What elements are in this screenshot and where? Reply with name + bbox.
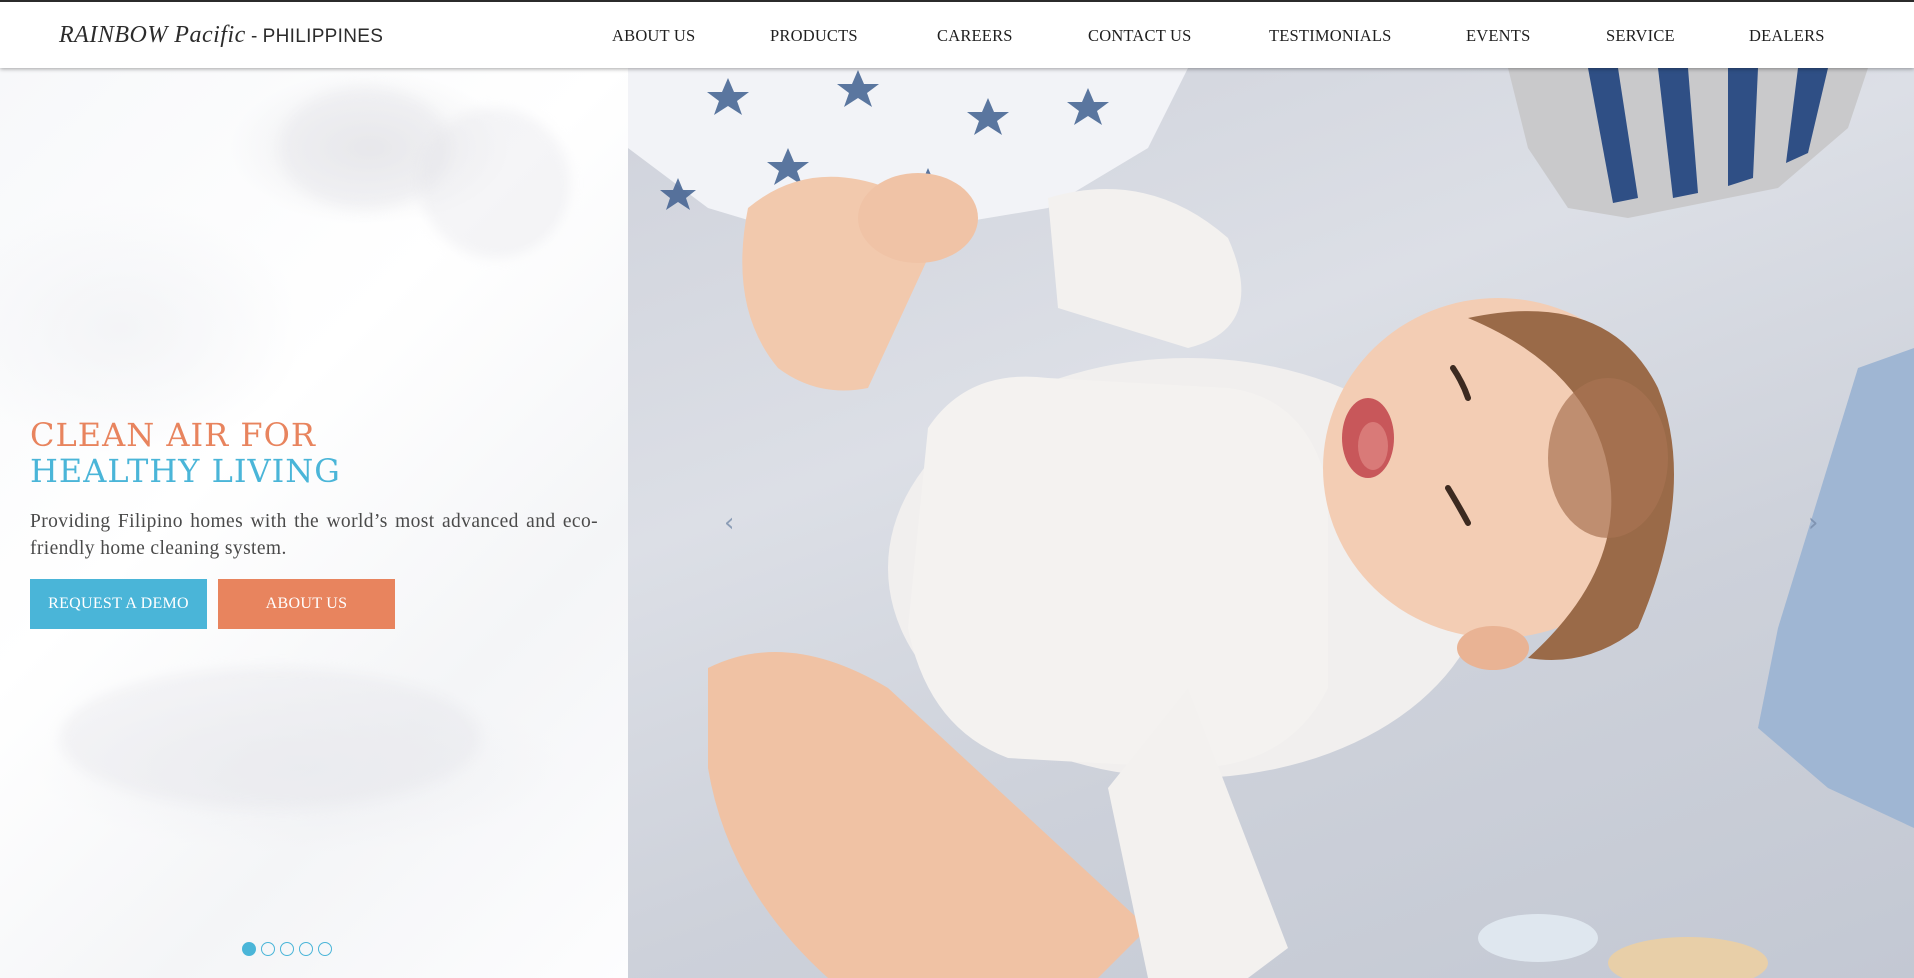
hero-headline-line2: HEALTHY LIVING	[30, 452, 341, 490]
request-demo-button[interactable]: REQUEST A DEMO	[30, 579, 207, 629]
hero-headline-line1: CLEAN AIR FOR	[30, 416, 316, 454]
carousel-dot-4[interactable]	[299, 942, 313, 956]
nav-careers[interactable]: CAREERS	[937, 26, 1013, 46]
top-navbar: RAINBOW Pacific - PHILIPPINES ABOUT US P…	[0, 0, 1914, 68]
brand-separator: -	[245, 26, 263, 47]
nav-dealers[interactable]: DEALERS	[1749, 26, 1825, 46]
carousel-dot-1[interactable]	[242, 942, 256, 956]
nav-service[interactable]: SERVICE	[1606, 26, 1675, 46]
hero-carousel: CLEAN AIR FOR HEALTHY LIVING Providing F…	[0, 68, 1914, 978]
carousel-dot-2[interactable]	[261, 942, 275, 956]
brand-logo[interactable]: RAINBOW Pacific - PHILIPPINES	[59, 22, 383, 49]
carousel-dot-3[interactable]	[280, 942, 294, 956]
about-us-button[interactable]: ABOUT US	[218, 579, 395, 629]
chevron-left-icon[interactable]: ‹	[724, 508, 734, 538]
hero-photo-baby: ‹ ›	[628, 68, 1914, 978]
hero-text-panel: CLEAN AIR FOR HEALTHY LIVING Providing F…	[0, 68, 628, 978]
brand-country: PHILIPPINES	[262, 26, 384, 47]
carousel-dot-5[interactable]	[318, 942, 332, 956]
background-fabric-fold	[60, 668, 480, 808]
nav-contact-us[interactable]: CONTACT US	[1088, 26, 1192, 46]
nav-products[interactable]: PRODUCTS	[770, 26, 858, 46]
chevron-right-icon[interactable]: ›	[1808, 508, 1818, 538]
baby-photo-illustration	[628, 68, 1914, 978]
carousel-indicators	[242, 942, 332, 956]
background-fabric-fold	[420, 108, 570, 258]
hero-tagline: Providing Filipino homes with the world’…	[30, 511, 598, 559]
nav-testimonials[interactable]: TESTIMONIALS	[1269, 26, 1391, 46]
nav-events[interactable]: EVENTS	[1466, 26, 1530, 46]
nav-about-us[interactable]: ABOUT US	[612, 26, 695, 46]
brand-name: RAINBOW Pacific	[59, 22, 246, 48]
